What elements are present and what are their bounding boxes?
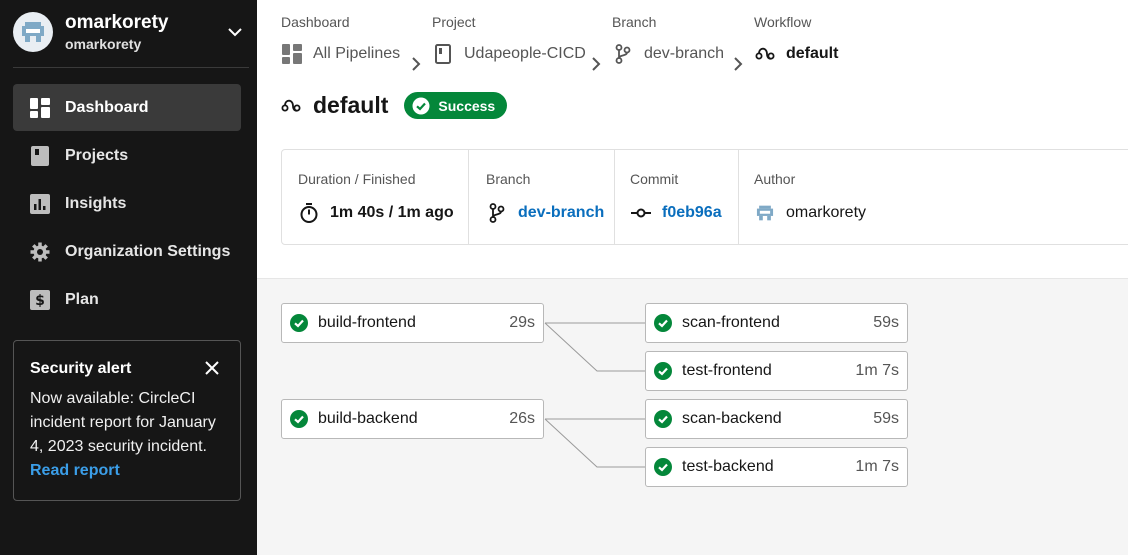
commit-link[interactable]: f0eb96a — [662, 204, 722, 222]
org-username: omarkorety — [65, 36, 142, 52]
sidebar-item-label: Organization Settings — [65, 242, 231, 260]
chevron-right-icon — [412, 57, 421, 71]
breadcrumb-workflow: Workflow default — [754, 13, 838, 65]
dollar-icon: $ — [30, 289, 50, 310]
sidebar-divider — [13, 67, 249, 68]
breadcrumb-value: Udapeople-CICD — [464, 45, 586, 62]
breadcrumb-value: All Pipelines — [313, 45, 401, 62]
status-label: Success — [438, 97, 496, 114]
gear-icon — [30, 242, 50, 262]
breadcrumb-value: default — [786, 45, 839, 62]
job-duration: 59s — [873, 410, 899, 427]
workflow-summary: Duration / Finished 1m 40s / 1m ago Bran… — [281, 149, 1128, 245]
dashboard-icon — [30, 97, 50, 118]
breadcrumb-label: Branch — [612, 14, 657, 30]
branch-icon — [486, 202, 508, 224]
status-badge: Success — [404, 92, 508, 119]
job-duration: 1m 7s — [855, 362, 899, 379]
sidebar-item-plan[interactable]: $ Plan — [13, 276, 241, 323]
breadcrumb-label: Workflow — [754, 14, 812, 30]
dashboard-icon — [281, 43, 303, 65]
meta-label: Commit — [630, 171, 679, 187]
main-content: Dashboard All Pipelines Project Udapeopl… — [257, 0, 1128, 555]
meta-label: Author — [754, 171, 796, 187]
job-build-frontend[interactable]: build-frontend 29s — [281, 303, 544, 343]
duration-field: Duration / Finished 1m 40s / 1m ago — [298, 150, 468, 244]
security-alert: Security alert Now available: CircleCI i… — [13, 340, 241, 501]
breadcrumb-value: dev-branch — [644, 45, 725, 62]
commit-field: Commit f0eb96a — [614, 150, 738, 244]
org-name: omarkorety — [65, 12, 169, 33]
sidebar-item-organization-settings[interactable]: Organization Settings — [13, 228, 241, 275]
robot-avatar-icon — [22, 22, 44, 42]
breadcrumb-label: Dashboard — [281, 14, 350, 30]
alert-body: Now available: CircleCI incident report … — [30, 390, 216, 455]
check-circle-icon — [654, 458, 672, 476]
job-name: test-frontend — [682, 362, 772, 379]
breadcrumb-dashboard[interactable]: Dashboard All Pipelines — [281, 13, 400, 65]
job-name: build-frontend — [318, 314, 416, 331]
check-circle-icon — [654, 314, 672, 332]
branch-link[interactable]: dev-branch — [518, 204, 604, 222]
check-circle-icon — [290, 314, 308, 332]
branch-field: Branch dev-branch — [468, 150, 614, 244]
breadcrumb-project[interactable]: Project Udapeople-CICD — [432, 13, 586, 65]
alert-title: Security alert — [30, 360, 132, 377]
commit-icon — [630, 202, 652, 224]
chevron-right-icon — [734, 57, 743, 71]
stopwatch-icon — [298, 202, 320, 224]
job-name: scan-backend — [682, 410, 782, 427]
page-title: default — [313, 92, 389, 118]
page-header: default Success — [281, 92, 508, 119]
job-duration: 59s — [873, 314, 899, 331]
job-duration: 1m 7s — [855, 458, 899, 475]
job-build-backend[interactable]: build-backend 26s — [281, 399, 544, 439]
job-name: test-backend — [682, 458, 774, 475]
robot-avatar-icon — [754, 202, 776, 224]
sidebar-item-projects[interactable]: Projects — [13, 132, 241, 179]
workflow-icon — [281, 95, 303, 117]
breadcrumb-label: Project — [432, 14, 476, 30]
projects-icon — [30, 145, 50, 166]
duration-value: 1m 40s / 1m ago — [330, 204, 454, 221]
check-circle-icon — [412, 97, 430, 114]
job-test-frontend[interactable]: test-frontend 1m 7s — [645, 351, 908, 391]
sidebar-item-label: Projects — [65, 146, 129, 164]
author-name: omarkorety — [786, 204, 867, 221]
author-field: Author omarkorety — [738, 150, 938, 244]
sidebar-item-dashboard[interactable]: Dashboard — [13, 84, 241, 131]
project-icon — [432, 43, 454, 65]
sidebar-item-label: Plan — [65, 290, 99, 308]
job-test-backend[interactable]: test-backend 1m 7s — [645, 447, 908, 487]
check-circle-icon — [654, 362, 672, 380]
meta-label: Branch — [486, 171, 531, 187]
sidebar-item-insights[interactable]: Insights — [13, 180, 241, 227]
close-icon[interactable] — [204, 360, 222, 378]
svg-text:$: $ — [35, 293, 45, 309]
read-report-link[interactable]: Read report — [30, 459, 224, 483]
job-scan-backend[interactable]: scan-backend 59s — [645, 399, 908, 439]
check-circle-icon — [654, 410, 672, 428]
sidebar: omarkorety omarkorety Dashboard Projects… — [0, 0, 257, 555]
workflow-icon — [754, 43, 776, 65]
job-duration: 29s — [509, 314, 535, 331]
job-scan-frontend[interactable]: scan-frontend 59s — [645, 303, 908, 343]
chevron-down-icon[interactable] — [225, 22, 245, 42]
meta-label: Duration / Finished — [298, 171, 416, 187]
avatar — [13, 12, 53, 52]
sidebar-item-label: Dashboard — [65, 98, 149, 116]
check-circle-icon — [290, 410, 308, 428]
insights-icon — [30, 193, 50, 214]
job-duration: 26s — [509, 410, 535, 427]
sidebar-item-label: Insights — [65, 194, 127, 212]
chevron-right-icon — [592, 57, 601, 71]
job-name: scan-frontend — [682, 314, 780, 331]
breadcrumb-branch[interactable]: Branch dev-branch — [612, 13, 724, 65]
job-name: build-backend — [318, 410, 418, 427]
branch-icon — [612, 43, 634, 65]
workflow-graph: build-frontend 29s scan-frontend 59s tes… — [257, 278, 1128, 555]
org-switcher[interactable]: omarkorety omarkorety — [13, 8, 245, 56]
